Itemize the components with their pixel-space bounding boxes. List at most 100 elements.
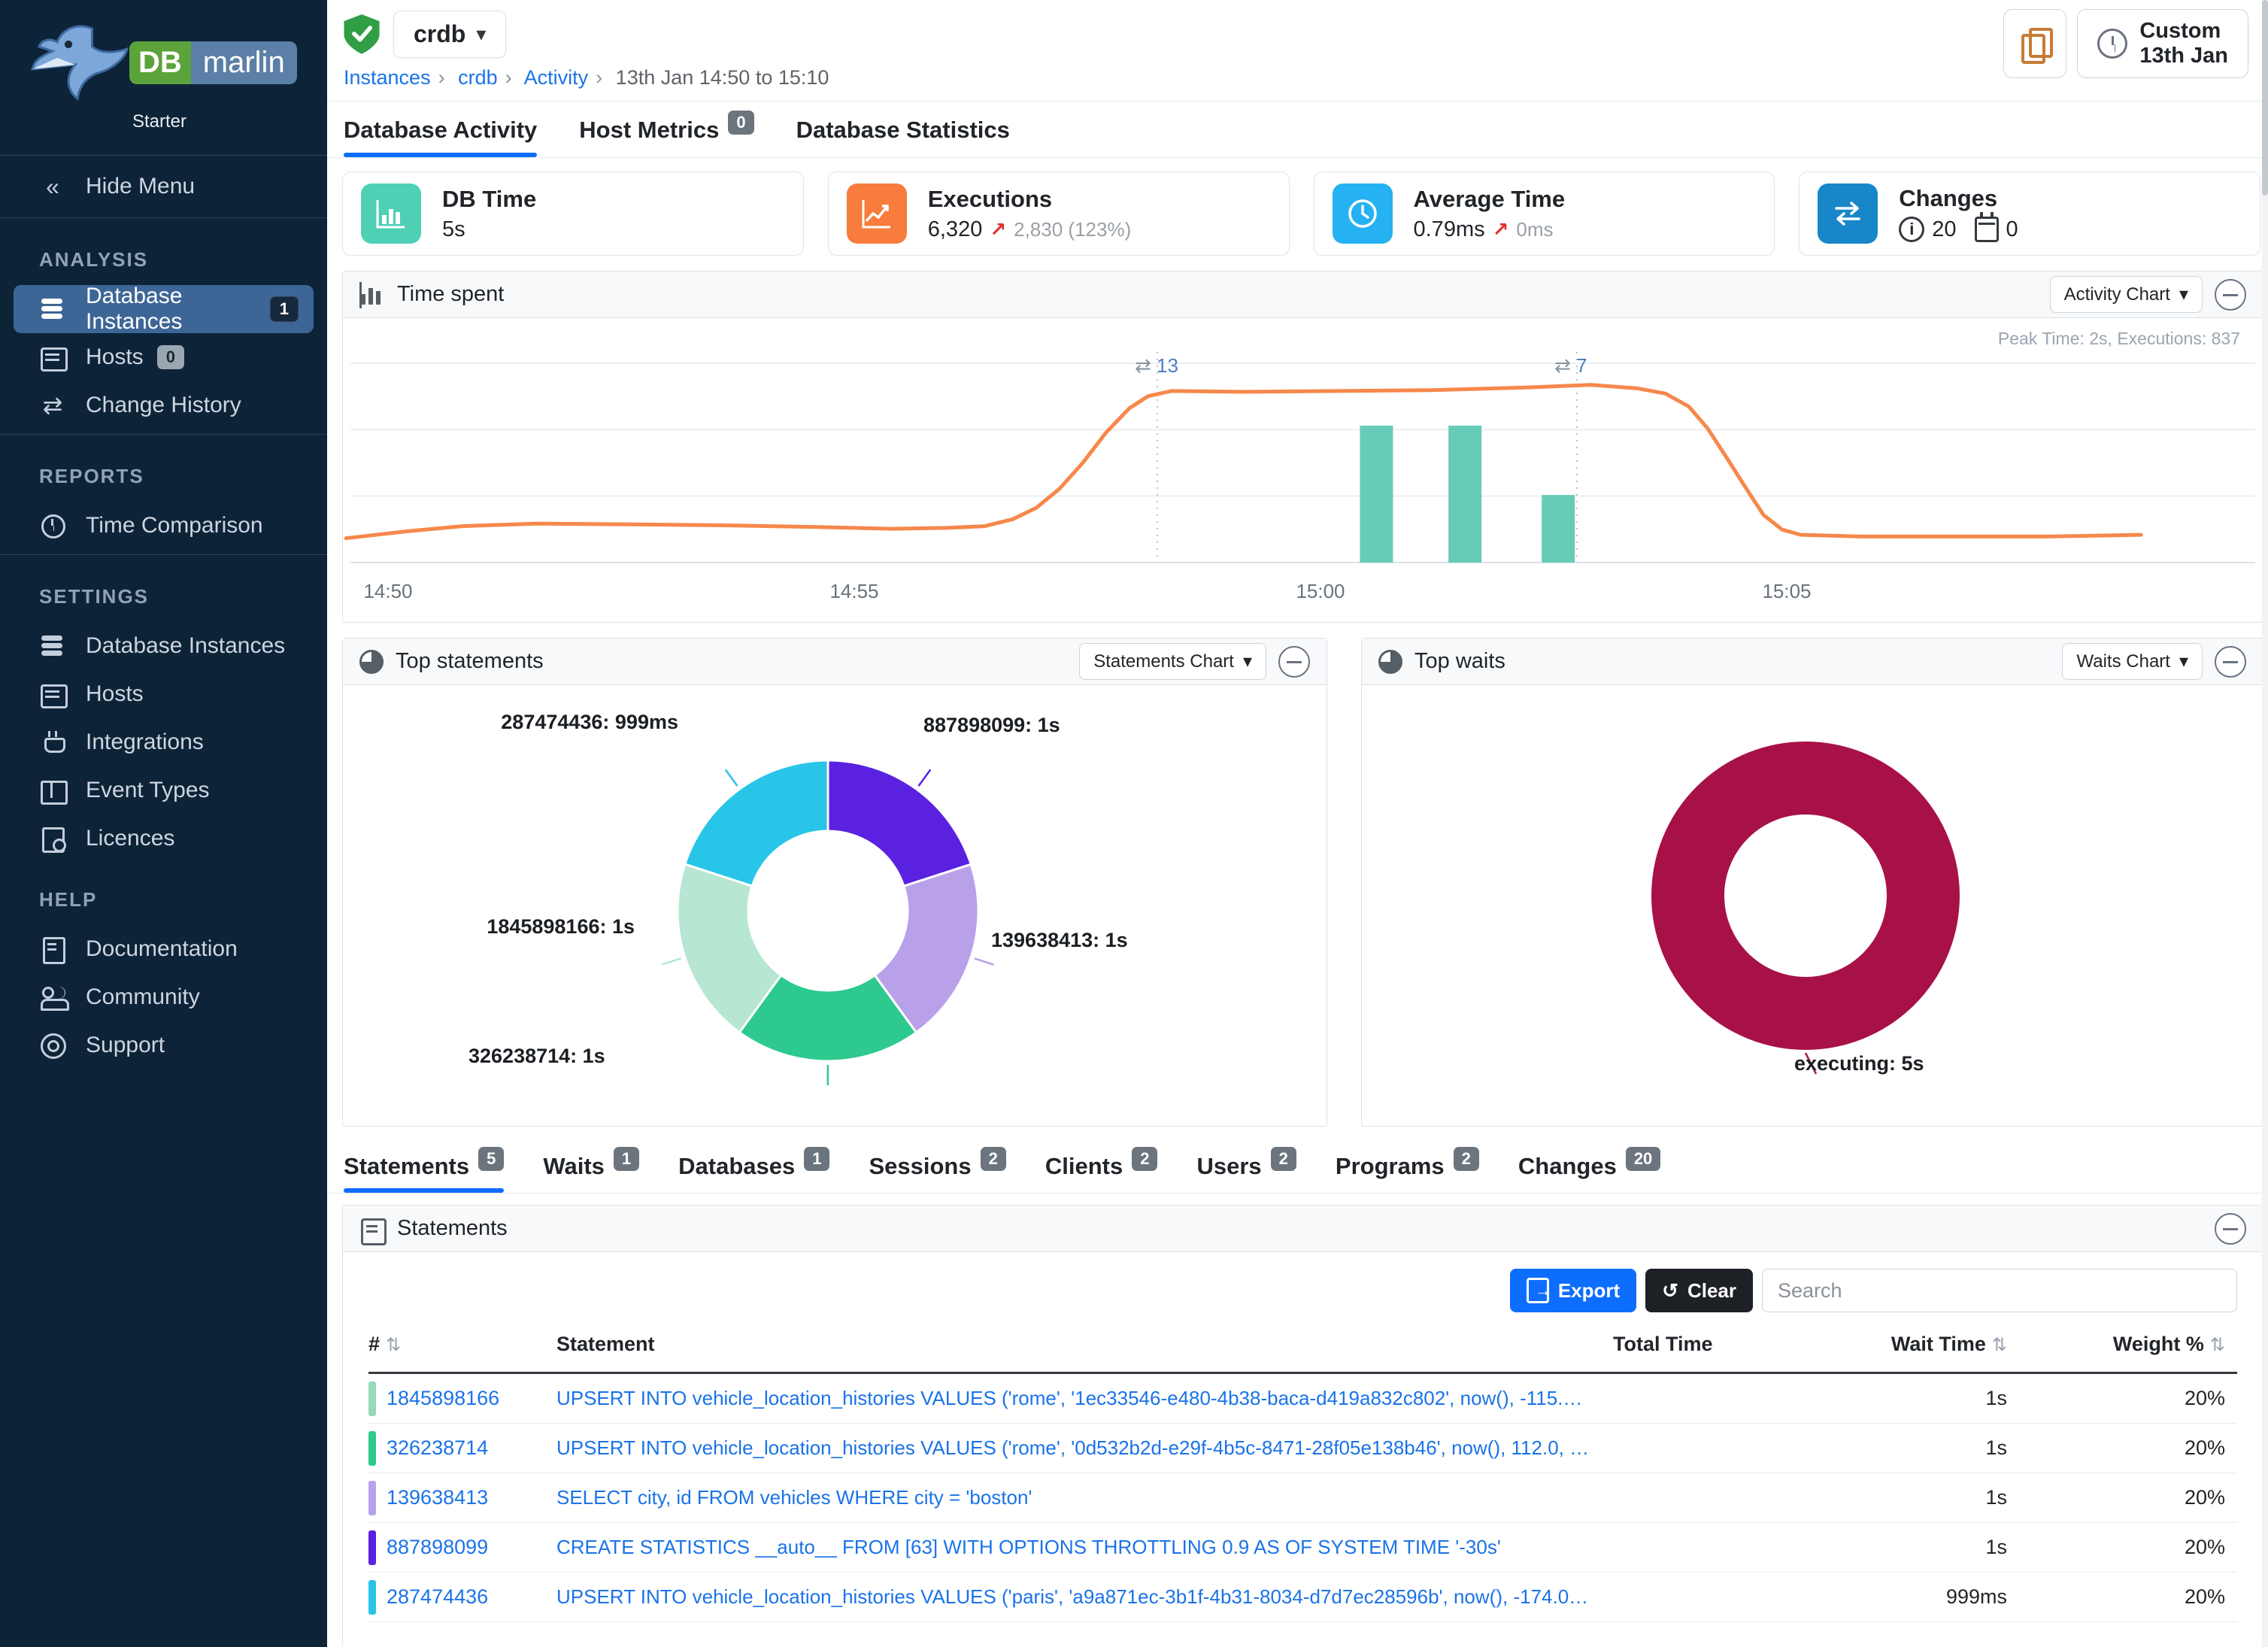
statement-id-link[interactable]: 326238714 [387, 1436, 488, 1460]
collapse-panel-button[interactable] [2215, 646, 2246, 678]
undo-icon: ↺ [1662, 1279, 1678, 1303]
divider [0, 155, 327, 156]
instance-selector[interactable]: crdb ▾ [393, 11, 506, 58]
sidebar-item-community[interactable]: Community [0, 973, 327, 1021]
table-row: 887898099 CREATE STATISTICS __auto__ FRO… [368, 1523, 2237, 1573]
wait-time-value: 1s [1763, 1436, 2019, 1460]
statements-chart-select[interactable]: Statements Chart ▾ [1079, 643, 1266, 680]
tab-waits[interactable]: Waits 1 [543, 1139, 639, 1193]
collapse-panel-button[interactable] [2215, 1213, 2246, 1245]
badge: 2 [981, 1147, 1006, 1171]
waits-donut-area: executing: 5s [1362, 685, 2263, 1126]
collapse-panel-button[interactable] [2215, 279, 2246, 311]
kpi-average-time: Average Time 0.79ms ↗ 0ms [1314, 171, 1775, 256]
hide-menu-button[interactable]: « Hide Menu [0, 160, 327, 213]
statement-text-link[interactable]: UPSERT INTO vehicle_location_histories V… [556, 1436, 1613, 1460]
statement-text-link[interactable]: CREATE STATISTICS __auto__ FROM [63] WIT… [556, 1536, 1613, 1559]
top-waits-panel: Top waits Waits Chart ▾ executing: 5s [1361, 638, 2263, 1127]
peak-note: Peak Time: 2s, Executions: 837 [1998, 329, 2240, 349]
breadcrumb-crdb[interactable]: crdb [458, 66, 498, 89]
sidebar-item-licences[interactable]: Licences [0, 814, 327, 863]
sidebar-item-hosts[interactable]: Hosts 0 [0, 333, 327, 381]
weight-value: 20% [2019, 1486, 2237, 1509]
marlin-fish-logo [30, 20, 143, 110]
tab-changes[interactable]: Changes 20 [1518, 1139, 1660, 1193]
tab-programs[interactable]: Programs 2 [1336, 1139, 1479, 1193]
sidebar-item-time-comparison[interactable]: Time Comparison [0, 502, 327, 550]
statement-id-link[interactable]: 1845898166 [387, 1387, 499, 1410]
swap-icon: ⇄ [39, 392, 66, 419]
sidebar-item-event-types[interactable]: Event Types [0, 766, 327, 814]
kpi-row: DB Time 5s Executions 6,320 ↗ 2,830 (123… [342, 171, 2260, 256]
bar-chart-icon [361, 184, 421, 244]
trend-up-icon: ↗ [990, 218, 1006, 241]
time-spent-chart[interactable]: ⇄ 13⇄ 714:5014:5515:0015:05 [343, 318, 2263, 622]
statement-text-link[interactable]: UPSERT INTO vehicle_location_histories V… [556, 1387, 1613, 1410]
tab-clients[interactable]: Clients 2 [1045, 1139, 1158, 1193]
badge: 2 [1271, 1147, 1296, 1171]
sidebar-item-hosts[interactable]: Hosts [0, 670, 327, 718]
panel-title: Statements [397, 1216, 508, 1241]
divider [0, 434, 327, 435]
db-icon [39, 296, 66, 323]
time-range-button[interactable]: Custom 13th Jan [2077, 9, 2248, 78]
calendar-icon[interactable] [1975, 217, 1999, 242]
tab-host-metrics[interactable]: Host Metrics 0 [579, 102, 753, 157]
scrollbar-thumb[interactable] [2262, 0, 2268, 196]
sidebar-item-database-instances[interactable]: Database Instances [0, 622, 327, 670]
tab-databases[interactable]: Databases 1 [678, 1139, 829, 1193]
table-header: #⇅ Statement Total Time Wait Time⇅ Weigh… [368, 1324, 2237, 1374]
col-total-time[interactable]: Total Time [1613, 1333, 1763, 1356]
export-button[interactable]: Export [1510, 1269, 1636, 1312]
statements-panel: Statements Export ↺ Clear #⇅ Statement [342, 1205, 2263, 1647]
chevron-down-icon: ▾ [2179, 284, 2188, 305]
statements-donut-area: 287474436: 999ms 887898099: 1s 184589816… [343, 685, 1327, 1126]
tab-sessions[interactable]: Sessions 2 [869, 1139, 1005, 1193]
statement-id-link[interactable]: 139638413 [387, 1486, 488, 1509]
tab-users[interactable]: Users 2 [1196, 1139, 1296, 1193]
col-weight[interactable]: Weight %⇅ [2019, 1333, 2237, 1356]
sidebar-nav: ANALYSIS Database Instances 1 Hosts 0 ⇄ … [0, 223, 327, 1069]
statement-text-link[interactable]: SELECT city, id FROM vehicles WHERE city… [556, 1486, 1613, 1509]
statements-table: #⇅ Statement Total Time Wait Time⇅ Weigh… [368, 1324, 2237, 1622]
statement-text-link[interactable]: UPSERT INTO vehicle_location_histories V… [556, 1585, 1613, 1609]
statement-color-bar [368, 1382, 376, 1416]
search-input[interactable] [1762, 1269, 2237, 1312]
sidebar-item-support[interactable]: Support [0, 1021, 327, 1069]
statement-id-link[interactable]: 887898099 [387, 1536, 488, 1559]
tab-database-statistics[interactable]: Database Statistics [796, 102, 1010, 157]
waits-chart-select[interactable]: Waits Chart ▾ [2062, 643, 2203, 680]
sidebar-item-database-instances[interactable]: Database Instances 1 [14, 285, 314, 333]
cert-icon [39, 825, 66, 852]
table-toolbar: Export ↺ Clear [343, 1252, 2263, 1317]
sidebar-item-change-history[interactable]: ⇄ Change History [0, 381, 327, 429]
rows-icon [39, 681, 66, 708]
statement-id-link[interactable]: 287474436 [387, 1585, 488, 1609]
col-wait-time[interactable]: Wait Time⇅ [1763, 1333, 2019, 1356]
svg-text:14:50: 14:50 [363, 580, 412, 602]
col-statement[interactable]: Statement [556, 1333, 1613, 1356]
tab-database-activity[interactable]: Database Activity [344, 102, 537, 157]
scrollbar[interactable] [2262, 0, 2268, 1647]
col-id[interactable]: #⇅ [368, 1333, 556, 1356]
panel-title: Top statements [396, 649, 544, 674]
panel-title: Top waits [1414, 649, 1505, 674]
logo[interactable]: DB marlin Starter [0, 0, 327, 150]
line-chart-icon [847, 184, 907, 244]
edition-label: Starter [132, 111, 327, 132]
activity-chart-select[interactable]: Activity Chart ▾ [2050, 276, 2203, 313]
topbar: crdb ▾ Instances› crdb› Activity› 13th J… [327, 0, 2268, 102]
breadcrumb-activity[interactable]: Activity [524, 66, 589, 89]
wait-time-value: 999ms [1763, 1585, 2019, 1609]
collapse-panel-button[interactable] [1278, 646, 1310, 678]
sidebar-item-integrations[interactable]: Integrations [0, 718, 327, 766]
donut-label: 287474436: 999ms [501, 711, 678, 734]
main-content: crdb ▾ Instances› crdb› Activity› 13th J… [327, 0, 2268, 1647]
sort-icon: ⇅ [386, 1335, 401, 1355]
copy-link-button[interactable] [2003, 9, 2066, 78]
sidebar-item-documentation[interactable]: Documentation [0, 925, 327, 973]
tab-statements[interactable]: Statements 5 [344, 1139, 504, 1193]
breadcrumb-instances[interactable]: Instances [344, 66, 431, 89]
clear-button[interactable]: ↺ Clear [1645, 1269, 1753, 1312]
info-icon[interactable]: i [1899, 217, 1924, 242]
